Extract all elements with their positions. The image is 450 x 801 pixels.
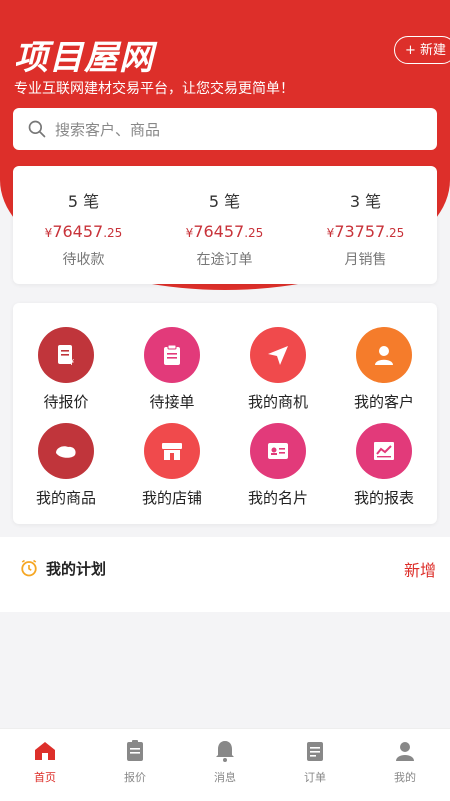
menu-grid: ¥ 待报价 待接单 我的商机 我的客户 我的商品 我的店铺 我的名片 我的报表: [13, 303, 437, 524]
clipboard-icon: [144, 327, 200, 383]
quote-doc-icon: ¥: [38, 327, 94, 383]
tab-label: 首页: [34, 771, 56, 784]
tab-label: 报价: [124, 771, 146, 784]
tab-orders[interactable]: 订单: [270, 729, 360, 801]
search-bar[interactable]: 搜索客户、商品: [13, 108, 437, 150]
user-icon: [396, 742, 414, 761]
search-placeholder: 搜索客户、商品: [55, 121, 161, 139]
stat-label: 在途订单: [196, 252, 253, 268]
tab-messages[interactable]: 消息: [180, 729, 270, 801]
stat-amount: ¥73757.25: [326, 222, 405, 241]
menu-label: 我的报表: [353, 489, 414, 507]
add-plan-button[interactable]: 新增: [404, 557, 436, 581]
menu-pending-orders[interactable]: 待接单: [119, 327, 225, 427]
menu-label: 我的商机: [247, 393, 308, 411]
tab-label: 订单: [304, 771, 326, 784]
tab-label: 消息: [214, 771, 236, 784]
menu-my-reports[interactable]: 我的报表: [331, 423, 437, 523]
plan-title: 我的计划: [46, 560, 107, 578]
menu-label: 我的名片: [247, 489, 308, 507]
menu-label: 我的店铺: [141, 489, 202, 507]
svg-text:¥: ¥: [69, 358, 74, 367]
stat-count: 5 笔: [67, 192, 100, 211]
stat-label: 月销售: [344, 252, 387, 268]
menu-label: 待报价: [43, 393, 89, 411]
stat-count: 3 笔: [349, 192, 382, 211]
stat-in-transit[interactable]: 5 笔 ¥76457.25 在途订单: [154, 166, 295, 269]
tab-quote[interactable]: 报价: [90, 729, 180, 801]
store-icon: [144, 423, 200, 479]
menu-my-opportunities[interactable]: 我的商机: [225, 327, 331, 427]
app-logo: 项目屋网: [14, 38, 154, 78]
search-icon: [28, 120, 46, 138]
home-icon: [35, 742, 55, 760]
stat-monthly-sales[interactable]: 3 笔 ¥73757.25 月销售: [295, 166, 436, 269]
new-button[interactable]: + 新建: [394, 36, 450, 64]
stat-label: 待收款: [62, 252, 105, 268]
stat-count: 5 笔: [208, 192, 241, 211]
paper-plane-icon: [250, 327, 306, 383]
quote-icon: [127, 740, 143, 761]
menu-label: 待接单: [149, 393, 195, 411]
bell-icon: [216, 741, 234, 762]
plan-section: 我的计划 新增: [0, 537, 450, 612]
id-card-icon: [250, 423, 306, 479]
order-icon: [307, 742, 323, 761]
menu-my-goods[interactable]: 我的商品: [13, 423, 119, 523]
chart-icon: [356, 423, 412, 479]
goods-icon: [38, 423, 94, 479]
stats-card: 5 笔 ¥76457.25 待收款 5 笔 ¥76457.25 在途订单 3 笔…: [13, 166, 437, 284]
menu-label: 我的商品: [35, 489, 96, 507]
tab-label: 我的: [394, 771, 416, 784]
tab-me[interactable]: 我的: [360, 729, 450, 801]
bottom-tab-bar: 首页 报价 消息 订单 我的: [0, 728, 450, 801]
menu-my-store[interactable]: 我的店铺: [119, 423, 225, 523]
stat-amount: ¥76457.25: [44, 222, 123, 241]
menu-pending-quote[interactable]: ¥ 待报价: [13, 327, 119, 427]
slogan: 专业互联网建材交易平台，让您交易更简单！: [14, 81, 294, 97]
person-icon: [356, 327, 412, 383]
menu-my-customers[interactable]: 我的客户: [331, 327, 437, 427]
menu-label: 我的客户: [353, 393, 414, 411]
stat-receivable[interactable]: 5 笔 ¥76457.25 待收款: [13, 166, 154, 269]
stat-amount: ¥76457.25: [185, 222, 264, 241]
alarm-clock-icon: [21, 559, 37, 577]
menu-my-card[interactable]: 我的名片: [225, 423, 331, 523]
tab-home[interactable]: 首页: [0, 729, 90, 801]
